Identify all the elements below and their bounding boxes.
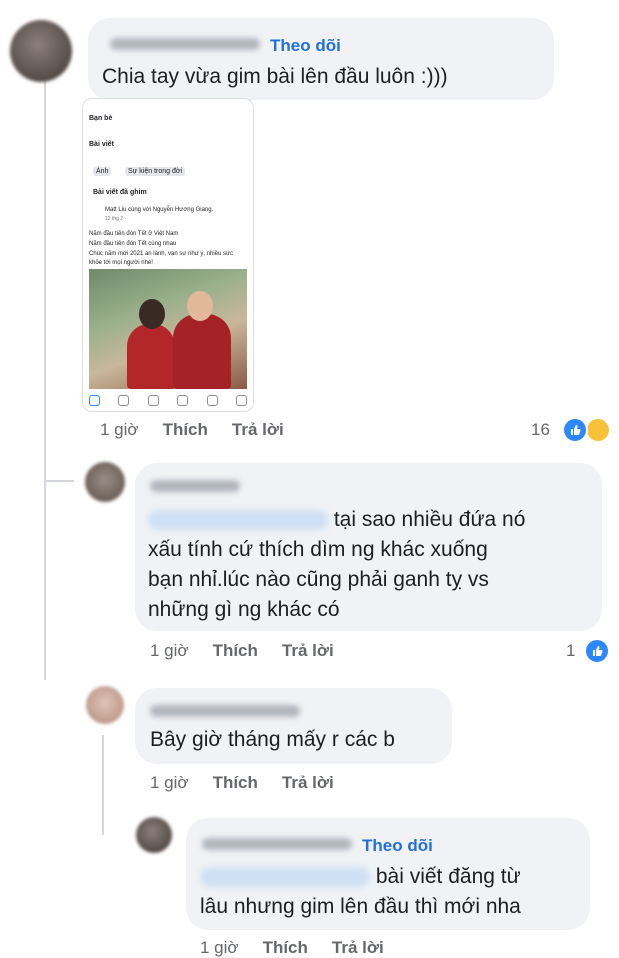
photo-person-head [187, 291, 213, 321]
post-photo [89, 269, 247, 389]
reply-button[interactable]: Trả lời [332, 938, 384, 958]
mentioned-user[interactable] [200, 867, 370, 888]
groups-icon [147, 395, 159, 406]
comment-text: tại sao nhiều đứa nó [148, 505, 525, 535]
like-button[interactable]: Thích [213, 641, 258, 661]
comment-text: bài viết đăng từ [200, 862, 521, 892]
avatar[interactable] [86, 686, 124, 724]
comment-text-line: những gì ng khác có [148, 598, 340, 621]
heart-icon [177, 395, 189, 406]
attached-image[interactable]: Bạn bè Bài viết Ảnh Sự kiện trong đời Bà… [82, 98, 254, 412]
pinned-label: Bài viết đã ghim [93, 189, 147, 196]
bottom-nav [89, 395, 247, 406]
post-line: Năm đầu tiên đón Tết cùng nhau [89, 241, 177, 247]
author-name[interactable] [202, 838, 352, 850]
author-name[interactable] [150, 705, 300, 717]
menu-icon [235, 395, 247, 406]
like-button[interactable]: Thích [213, 773, 258, 793]
comment-actions: 1 giờ Thích Trả lời [150, 641, 334, 661]
follow-button[interactable]: Theo dõi [270, 36, 341, 56]
comment-text-line: bạn nhỉ.lúc nào cũng phải ganh tỵ vs [148, 568, 489, 591]
reaction-count[interactable]: 16 [531, 420, 550, 440]
post-line: Năm đầu tiên đón Tết ở Việt Nam [89, 231, 179, 237]
home-icon [89, 395, 100, 406]
thread-line [44, 80, 46, 680]
like-icon [584, 638, 610, 664]
photo-person [173, 314, 231, 389]
like-button[interactable]: Thích [263, 938, 308, 958]
timestamp[interactable]: 1 giờ [150, 773, 189, 793]
post-line: khỏe tới mọi người nhé! [89, 260, 153, 266]
photo-person-head [139, 299, 165, 329]
comment-text-line: xấu tính cứ thích dìm ng khác xuống [148, 538, 488, 561]
mentioned-user[interactable] [148, 510, 328, 531]
thread-line-2 [102, 735, 104, 835]
photo-person [127, 324, 175, 389]
thread-line-curve [44, 480, 74, 482]
reaction-count[interactable]: 1 [566, 641, 575, 661]
video-icon [118, 395, 130, 406]
comment-actions: 1 giờ Thích Trả lời [100, 420, 284, 440]
comment-text: Chia tay vừa gim bài lên đầu luôn :))) [102, 65, 448, 88]
posts-label: Bài viết [89, 141, 114, 148]
comment-actions: 1 giờ Thích Trả lời [200, 938, 384, 958]
haha-icon [585, 417, 611, 443]
comment-actions: 1 giờ Thích Trả lời [150, 773, 334, 793]
author-name[interactable] [110, 38, 260, 50]
post-date: 12 thg 2 · [105, 216, 127, 222]
event-button: Sự kiện trong đời [125, 167, 186, 176]
reply-button[interactable]: Trả lời [282, 773, 334, 793]
bell-icon [206, 395, 218, 406]
friends-label: Bạn bè [89, 115, 113, 122]
follow-button[interactable]: Theo dõi [362, 836, 433, 856]
reply-button[interactable]: Trả lời [232, 420, 284, 440]
photo-button: Ảnh [93, 167, 112, 176]
like-icon [562, 417, 588, 443]
timestamp[interactable]: 1 giờ [100, 420, 139, 440]
author-name[interactable] [150, 480, 240, 492]
avatar[interactable] [10, 20, 72, 82]
comment-text-line: lâu nhưng gim lên đầu thì mới nha [200, 895, 521, 918]
like-button[interactable]: Thích [163, 420, 208, 440]
avatar[interactable] [85, 462, 125, 502]
post-author: Matt Liu cùng với Nguyễn Hương Giang. [105, 207, 214, 213]
post-line: Chúc năm mới 2021 an lành, vạn sự như ý,… [89, 251, 234, 257]
comment-text: Bây giờ tháng mấy r các b [150, 728, 395, 751]
timestamp[interactable]: 1 giờ [200, 938, 239, 958]
timestamp[interactable]: 1 giờ [150, 641, 189, 661]
reply-button[interactable]: Trả lời [282, 641, 334, 661]
avatar[interactable] [136, 817, 172, 853]
